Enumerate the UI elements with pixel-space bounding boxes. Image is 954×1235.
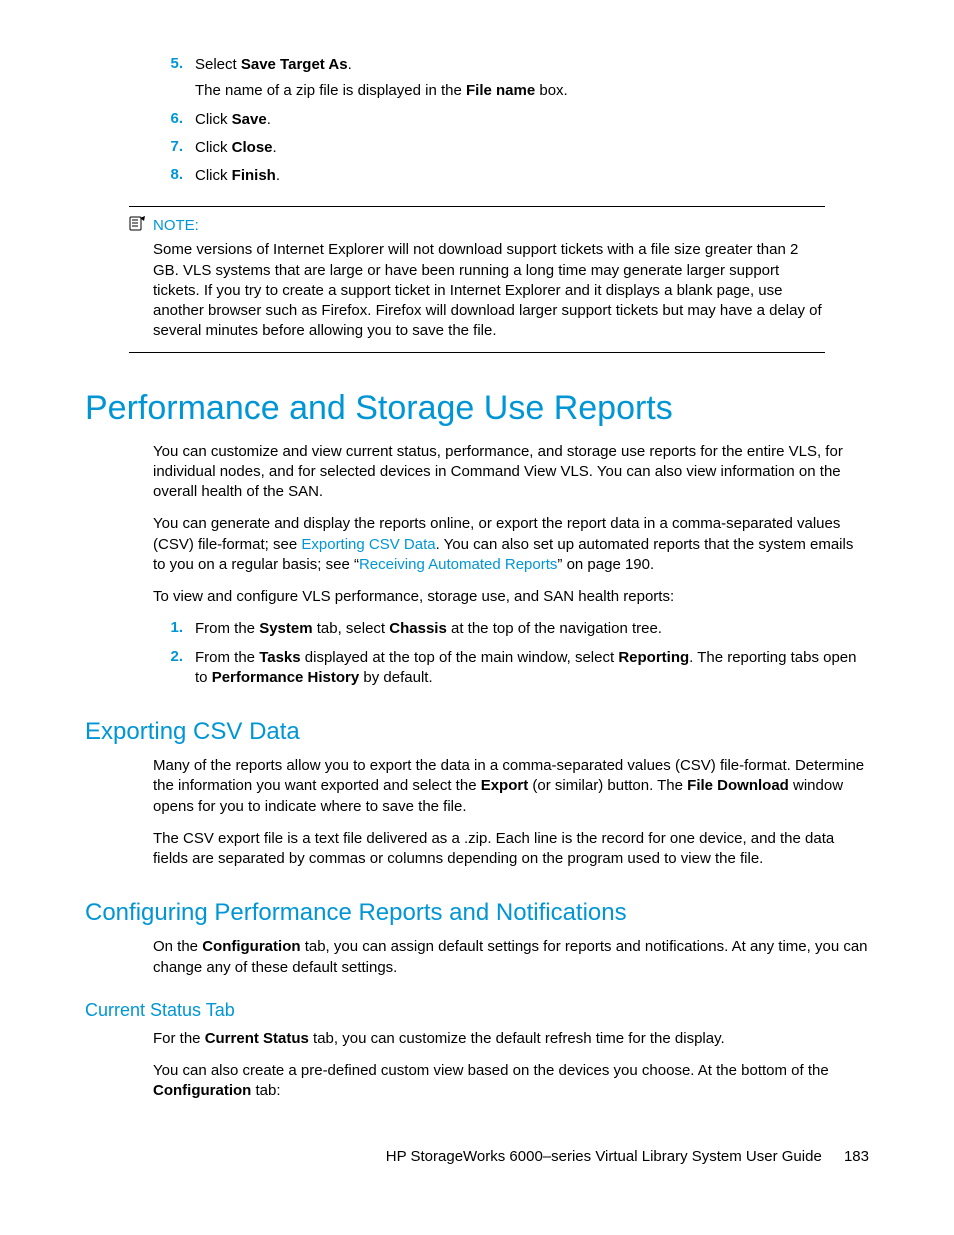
list-item: 8. Click Finish. [153, 166, 869, 186]
note-label: NOTE: [153, 217, 199, 234]
list-body: Select Save Target As. The name of a zip… [195, 55, 869, 102]
list-number: 5. [153, 55, 195, 102]
list-number: 8. [153, 166, 195, 186]
list-body: Click Save. [195, 110, 869, 130]
list-number: 1. [153, 619, 195, 639]
paragraph: To view and configure VLS performance, s… [153, 587, 869, 607]
paragraph: On the Configuration tab, you can assign… [153, 937, 869, 978]
link-receiving-reports[interactable]: Receiving Automated Reports [359, 556, 557, 573]
list-item: 1. From the System tab, select Chassis a… [153, 619, 869, 639]
list-body: From the Tasks displayed at the top of t… [195, 648, 869, 689]
ordered-list-mid: 1. From the System tab, select Chassis a… [153, 619, 869, 688]
heading-1: Performance and Storage Use Reports [85, 389, 869, 428]
footer-title: HP StorageWorks 6000–series Virtual Libr… [386, 1148, 822, 1165]
paragraph: You can also create a pre-defined custom… [153, 1061, 869, 1102]
list-body: From the System tab, select Chassis at t… [195, 619, 869, 639]
list-body: Click Close. [195, 138, 869, 158]
heading-2: Exporting CSV Data [85, 718, 869, 746]
list-item: 2. From the Tasks displayed at the top o… [153, 648, 869, 689]
divider [129, 206, 825, 207]
paragraph: For the Current Status tab, you can cust… [153, 1029, 869, 1049]
note-body: Some versions of Internet Explorer will … [153, 240, 825, 341]
list-item: 7. Click Close. [153, 138, 869, 158]
heading-3: Current Status Tab [85, 1000, 869, 1021]
paragraph: Many of the reports allow you to export … [153, 756, 869, 817]
list-body: Click Finish. [195, 166, 869, 186]
link-exporting-csv[interactable]: Exporting CSV Data [301, 536, 435, 553]
page-number: 183 [844, 1148, 869, 1165]
paragraph: The CSV export file is a text file deliv… [153, 829, 869, 870]
list-number: 2. [153, 648, 195, 689]
ordered-list-top: 5. Select Save Target As. The name of a … [153, 55, 869, 186]
note-icon [129, 215, 147, 236]
list-number: 7. [153, 138, 195, 158]
list-item: 5. Select Save Target As. The name of a … [153, 55, 869, 102]
heading-2: Configuring Performance Reports and Noti… [85, 899, 869, 927]
list-item: 6. Click Save. [153, 110, 869, 130]
list-number: 6. [153, 110, 195, 130]
paragraph: You can generate and display the reports… [153, 514, 869, 575]
note-block: NOTE: Some versions of Internet Explorer… [129, 206, 825, 352]
paragraph: You can customize and view current statu… [153, 442, 869, 503]
page-footer: HP StorageWorks 6000–series Virtual Libr… [386, 1148, 869, 1165]
list-subtext: The name of a zip file is displayed in t… [195, 81, 869, 101]
divider [129, 352, 825, 353]
